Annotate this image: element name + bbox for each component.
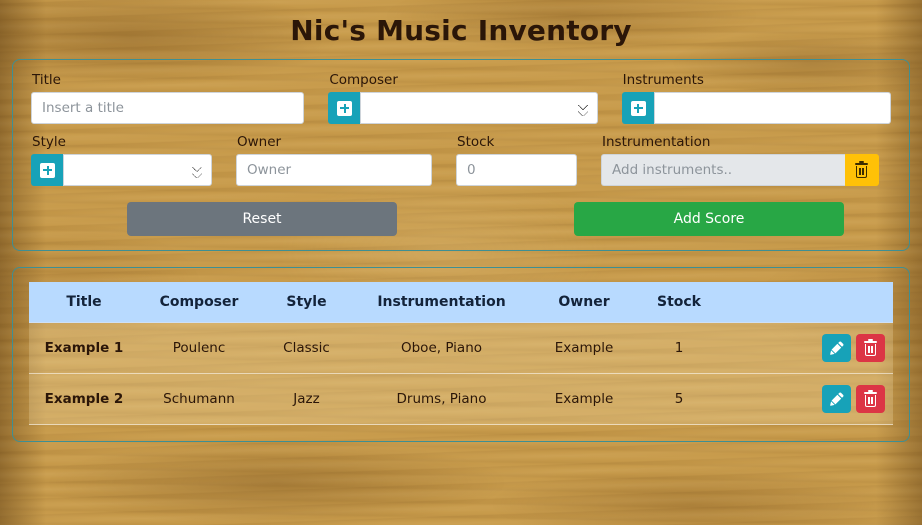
field-group-instruments: Instruments bbox=[621, 72, 891, 124]
add-composer-button[interactable] bbox=[328, 92, 361, 124]
plus-icon bbox=[630, 100, 646, 116]
column-header-stock: Stock bbox=[639, 282, 719, 323]
field-group-stock: Stock bbox=[456, 134, 601, 186]
stock-input[interactable] bbox=[456, 154, 577, 186]
label-owner: Owner bbox=[237, 134, 282, 150]
cell-composer: Schumann bbox=[139, 373, 259, 425]
table-row: Example 1 Poulenc Classic Oboe, Piano Ex… bbox=[29, 322, 893, 374]
cell-style: Jazz bbox=[259, 373, 354, 425]
table-body: Example 1 Poulenc Classic Oboe, Piano Ex… bbox=[29, 322, 893, 425]
form-buttons-row: Reset Add Score bbox=[31, 202, 891, 236]
inventory-table-card: Title Composer Style Instrumentation Own… bbox=[12, 267, 910, 442]
cell-stock: 5 bbox=[639, 373, 719, 425]
column-header-title: Title bbox=[29, 282, 139, 323]
reset-button[interactable]: Reset bbox=[127, 202, 397, 236]
pencil-icon bbox=[829, 392, 843, 406]
field-group-owner: Owner bbox=[236, 134, 456, 186]
cell-title: Example 1 bbox=[29, 322, 139, 374]
column-header-instrumentation: Instrumentation bbox=[354, 282, 529, 323]
clear-instrumentation-button[interactable] bbox=[845, 154, 879, 186]
page-root: Nic's Music Inventory Title Composer bbox=[0, 0, 922, 525]
title-input[interactable] bbox=[31, 92, 305, 124]
cell-title: Example 2 bbox=[29, 373, 139, 425]
cell-composer: Poulenc bbox=[139, 322, 259, 374]
cell-instrumentation: Drums, Piano bbox=[354, 373, 529, 425]
cell-instrumentation: Oboe, Piano bbox=[354, 322, 529, 374]
add-style-button[interactable] bbox=[31, 154, 63, 186]
column-header-style: Style bbox=[259, 282, 354, 323]
cell-owner: Example bbox=[529, 322, 639, 374]
cell-stock: 1 bbox=[639, 322, 719, 374]
label-stock: Stock bbox=[457, 134, 495, 150]
page-title: Nic's Music Inventory bbox=[290, 14, 632, 47]
add-instrument-button[interactable] bbox=[621, 92, 654, 124]
cell-owner: Example bbox=[529, 373, 639, 425]
field-group-composer: Composer bbox=[328, 72, 621, 124]
field-group-instrumentation: Instrumentation bbox=[601, 134, 879, 186]
table-row: Example 2 Schumann Jazz Drums, Piano Exa… bbox=[29, 373, 893, 425]
plus-icon bbox=[337, 100, 353, 116]
delete-row-button[interactable] bbox=[856, 334, 885, 362]
label-title: Title bbox=[32, 72, 61, 88]
delete-row-button[interactable] bbox=[856, 385, 885, 413]
edit-row-button[interactable] bbox=[822, 385, 851, 413]
trash-icon bbox=[855, 160, 868, 178]
edit-row-button[interactable] bbox=[822, 334, 851, 362]
label-style: Style bbox=[32, 134, 66, 150]
plus-icon bbox=[40, 162, 55, 178]
table-head: Title Composer Style Instrumentation Own… bbox=[29, 282, 893, 323]
owner-input[interactable] bbox=[236, 154, 432, 186]
column-header-owner: Owner bbox=[529, 282, 639, 323]
instrumentation-input[interactable] bbox=[601, 154, 845, 186]
composer-select[interactable] bbox=[360, 92, 598, 124]
field-group-style: Style bbox=[31, 134, 236, 186]
label-instrumentation: Instrumentation bbox=[602, 134, 711, 150]
pencil-icon bbox=[829, 341, 843, 355]
trash-icon bbox=[864, 389, 877, 407]
inventory-table: Title Composer Style Instrumentation Own… bbox=[29, 282, 893, 425]
score-form-card: Title Composer Instruments bbox=[12, 59, 910, 251]
style-select[interactable] bbox=[63, 154, 212, 186]
cell-actions bbox=[719, 322, 893, 374]
add-score-button[interactable]: Add Score bbox=[574, 202, 844, 236]
label-composer: Composer bbox=[329, 72, 398, 88]
form-row-2: Style Owner Stock bbox=[31, 134, 891, 186]
instruments-input[interactable] bbox=[653, 92, 891, 124]
field-group-title: Title bbox=[31, 72, 328, 124]
trash-icon bbox=[864, 338, 877, 356]
column-header-actions bbox=[719, 282, 893, 323]
table-header-row: Title Composer Style Instrumentation Own… bbox=[29, 282, 893, 323]
label-instruments: Instruments bbox=[622, 72, 704, 88]
cell-style: Classic bbox=[259, 322, 354, 374]
column-header-composer: Composer bbox=[139, 282, 259, 323]
cell-actions bbox=[719, 373, 893, 425]
form-row-1: Title Composer Instruments bbox=[31, 72, 891, 124]
